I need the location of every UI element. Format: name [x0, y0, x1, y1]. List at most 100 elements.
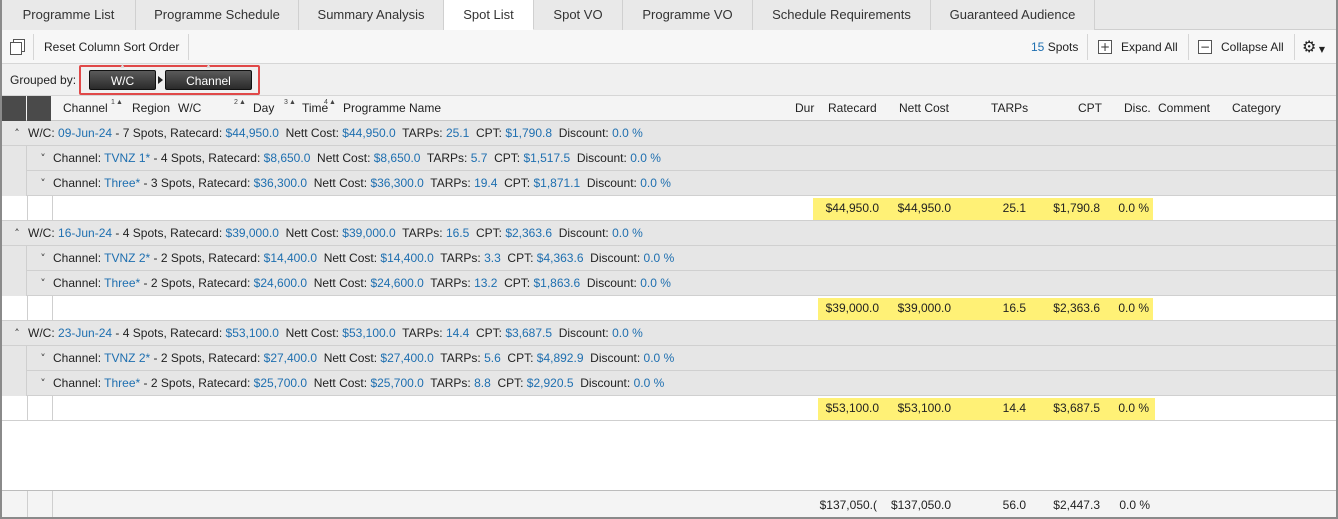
column-header-cpt[interactable]: CPT — [1078, 96, 1102, 121]
tarps-label: TARPs: — [430, 376, 471, 390]
cpt-label: CPT: — [507, 251, 534, 265]
chevron-down-icon[interactable]: ˅ — [37, 271, 49, 296]
spots-value: 4 — [122, 226, 130, 240]
channel-label: Channel: — [53, 276, 102, 290]
tab-schedule-requirements[interactable]: Schedule Requirements — [753, 0, 931, 30]
sort-order-badge: 3 — [284, 99, 288, 106]
spots-value: 2 — [150, 276, 158, 290]
group-chip-channel[interactable]: ▲ Channel — [165, 63, 252, 90]
group-row-wc[interactable]: ˄ W/C: 09-Jun-24 - 7 Spots, Ratecard: $4… — [2, 121, 1336, 146]
wc-value: 23-Jun-24 — [58, 326, 113, 340]
discount-label: Discount: — [558, 126, 609, 140]
column-header-category[interactable]: Category — [1232, 96, 1281, 121]
ratecard-value: $44,950.0 — [225, 126, 279, 140]
column-header-programme-name[interactable]: Programme Name — [343, 96, 441, 121]
tarps-label: TARPs: — [440, 351, 481, 365]
cpt-label: CPT: — [475, 126, 502, 140]
cpt-value: $2,363.6 — [505, 226, 553, 240]
column-header-time[interactable]: Time 4 ▲ — [302, 96, 336, 121]
group-row-channel[interactable]: ˅ Channel: Three* - 2 Spots, Ratecard: $… — [2, 371, 1336, 396]
nett-cost-label: Nett Cost: — [323, 351, 378, 365]
row-divider — [52, 296, 53, 321]
cpt-value: $1,871.1 — [533, 176, 581, 190]
ratecard-value: $39,000.0 — [225, 226, 279, 240]
discount-value: 0.0 % — [643, 251, 675, 265]
column-header-ratecard[interactable]: Ratecard — [828, 96, 877, 121]
spots-label: Spots, — [160, 276, 195, 290]
expand-all-button[interactable]: Expand All — [1121, 30, 1178, 64]
column-header-region[interactable]: Region — [132, 96, 170, 121]
chevron-down-icon[interactable]: ˅ — [37, 146, 49, 171]
copy-icon-front — [10, 42, 22, 55]
group-row-channel[interactable]: ˅ Channel: Three* - 3 Spots, Ratecard: $… — [2, 171, 1336, 196]
chevron-down-icon[interactable]: ˅ — [37, 171, 49, 196]
group-row-channel[interactable]: ˅ Channel: TVNZ 1* - 4 Spots, Ratecard: … — [2, 146, 1336, 171]
summary-tarps: 16.5 — [1002, 301, 1026, 315]
nett-cost-label: Nett Cost: — [313, 376, 368, 390]
group-indent-header-1 — [2, 96, 26, 121]
column-header-dur[interactable]: Dur — [795, 96, 814, 121]
tarps-value: 14.4 — [445, 326, 470, 340]
column-header-channel[interactable]: Channel 1 ▲ — [63, 96, 123, 121]
cpt-label: CPT: — [507, 351, 534, 365]
tab-programme-schedule[interactable]: Programme Schedule — [136, 0, 299, 30]
copy-icon[interactable] — [10, 39, 26, 55]
group-row-wc[interactable]: ˄ W/C: 16-Jun-24 - 4 Spots, Ratecard: $3… — [2, 221, 1336, 246]
chevron-down-icon[interactable]: ˅ — [37, 346, 49, 371]
nett-cost-value: $27,400.0 — [380, 351, 434, 365]
group-row-channel[interactable]: ˅ Channel: TVNZ 2* - 2 Spots, Ratecard: … — [2, 246, 1336, 271]
tab-programme-vo[interactable]: Programme VO — [623, 0, 753, 30]
group-row-wc[interactable]: ˄ W/C: 23-Jun-24 - 4 Spots, Ratecard: $5… — [2, 321, 1336, 346]
tab-spot-list[interactable]: Spot List — [444, 0, 534, 30]
collapse-all-button[interactable]: Collapse All — [1221, 30, 1284, 64]
group-row-channel[interactable]: ˅ Channel: TVNZ 2* - 2 Spots, Ratecard: … — [2, 346, 1336, 371]
column-header-wc[interactable]: W/C 2 ▲ — [178, 96, 246, 121]
ratecard-label: Ratecard: — [170, 126, 223, 140]
column-header-disc[interactable]: Disc. — [1124, 96, 1151, 121]
toolbar-divider — [1294, 34, 1295, 60]
total-ratecard: $137,050.( — [819, 498, 877, 512]
summary-tarps: 14.4 — [1002, 401, 1026, 415]
chevron-up-icon[interactable]: ˄ — [11, 121, 23, 146]
cpt-value: $1,790.8 — [505, 126, 553, 140]
summary-cpt: $1,790.8 — [1053, 201, 1100, 215]
tab-guaranteed-audience[interactable]: Guaranteed Audience — [931, 0, 1095, 30]
spots-count-label: Spots — [1047, 40, 1079, 54]
tarps-label: TARPs: — [430, 276, 471, 290]
chevron-down-icon[interactable]: ˅ — [37, 371, 49, 396]
tab-spot-vo[interactable]: Spot VO — [534, 0, 623, 30]
group-chip-wc[interactable]: ▲ W/C — [89, 63, 156, 90]
expand-all-icon[interactable]: + — [1098, 40, 1112, 54]
collapse-all-icon[interactable]: − — [1198, 40, 1212, 54]
tab-programme-list[interactable]: Programme List — [2, 0, 136, 30]
reset-column-sort-button[interactable]: Reset Column Sort Order — [44, 30, 179, 64]
discount-label: Discount: — [586, 276, 637, 290]
grand-total-row: $137,050.( $137,050.0 56.0 $2,447.3 0.0 … — [2, 490, 1336, 517]
discount-label: Discount: — [590, 351, 641, 365]
spots-label: Spots, — [160, 176, 195, 190]
column-header-comment[interactable]: Comment — [1158, 96, 1210, 121]
summary-nett-cost: $44,950.0 — [897, 201, 951, 215]
channel-value: Three* — [104, 276, 141, 290]
spots-value: 2 — [160, 251, 168, 265]
chevron-up-icon[interactable]: ˄ — [11, 321, 23, 346]
discount-label: Discount: — [586, 176, 637, 190]
discount-value: 0.0 % — [640, 276, 671, 290]
column-header-nett-cost[interactable]: Nett Cost — [899, 96, 949, 121]
tarps-label: TARPs: — [440, 251, 481, 265]
settings-gear-icon[interactable]: ⚙ ▼ — [1302, 30, 1325, 64]
channel-value: Three* — [104, 376, 141, 390]
chevron-up-icon[interactable]: ˄ — [11, 221, 23, 246]
channel-value: Three* — [104, 176, 141, 190]
discount-value: 0.0 % — [643, 351, 675, 365]
sort-order-badge: 2 — [234, 99, 238, 106]
column-header-tarps[interactable]: TARPs — [991, 96, 1028, 121]
total-cpt: $2,447.3 — [1053, 498, 1100, 512]
group-row-channel[interactable]: ˅ Channel: Three* - 2 Spots, Ratecard: $… — [2, 271, 1336, 296]
tab-summary-analysis[interactable]: Summary Analysis — [299, 0, 444, 30]
chevron-down-icon[interactable]: ˅ — [37, 246, 49, 271]
column-header-day[interactable]: Day 3 ▲ — [253, 96, 296, 121]
toolbar-divider — [33, 34, 34, 60]
row-divider — [52, 396, 53, 421]
channel-label: Channel: — [53, 151, 102, 165]
